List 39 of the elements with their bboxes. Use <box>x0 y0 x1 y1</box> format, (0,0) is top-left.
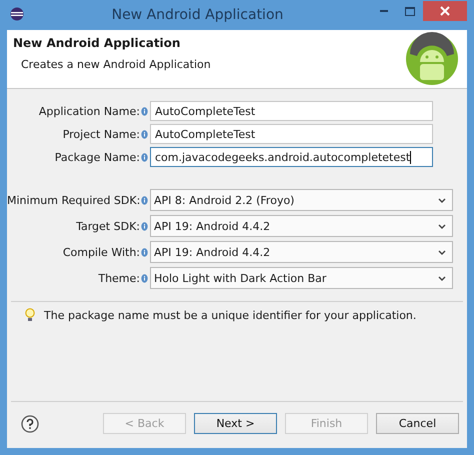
app-icon <box>10 6 24 20</box>
text-field[interactable]: AutoCompleteTest <box>150 124 433 144</box>
text-field[interactable]: com.javacodegeeks.android.autocompletetest <box>150 147 433 167</box>
page-subtitle: Creates a new Android Application <box>21 58 211 71</box>
chevron-down-icon <box>438 198 446 202</box>
info-icon <box>141 222 148 230</box>
field-label: Compile With: <box>62 246 140 258</box>
android-logo-icon <box>405 32 459 86</box>
page-title: New Android Application <box>13 36 182 50</box>
dropdown[interactable]: API 19: Android 4.4.2 <box>150 241 453 263</box>
info-icon <box>141 196 148 204</box>
dropdown[interactable]: API 8: Android 2.2 (Froyo) <box>150 189 453 211</box>
field-label: Theme: <box>97 272 140 284</box>
info-icon <box>141 106 148 116</box>
hint-text: The package name must be a unique identifier for your application. <box>44 308 416 322</box>
field-label: Package Name: <box>54 150 140 164</box>
field-label: Minimum Required SDK: <box>7 194 140 206</box>
dialog-button[interactable]: Next > <box>194 413 277 434</box>
info-icon <box>141 152 148 162</box>
chevron-down-icon <box>438 250 446 254</box>
dropdown[interactable]: Holo Light with Dark Action Bar <box>150 267 453 289</box>
dropdown[interactable]: API 19: Android 4.4.2 <box>150 215 453 237</box>
field-label: Target SDK: <box>75 220 140 232</box>
help-icon[interactable] <box>21 414 39 432</box>
maximize-icon <box>405 6 415 16</box>
info-icon <box>141 248 148 256</box>
text-field[interactable]: AutoCompleteTest <box>150 101 433 121</box>
close-icon <box>440 6 450 16</box>
field-label: Project Name: <box>62 128 140 140</box>
field-label: Application Name: <box>38 104 140 118</box>
window-title: New Android Application <box>110 7 284 23</box>
dialog-button[interactable]: Cancel <box>376 413 459 434</box>
chevron-down-icon <box>438 276 446 280</box>
info-icon <box>141 130 148 138</box>
chevron-down-icon <box>438 224 446 228</box>
info-icon <box>141 274 148 282</box>
lightbulb-icon <box>25 308 35 322</box>
close-button[interactable] <box>423 1 467 21</box>
minimize-icon <box>380 10 388 12</box>
